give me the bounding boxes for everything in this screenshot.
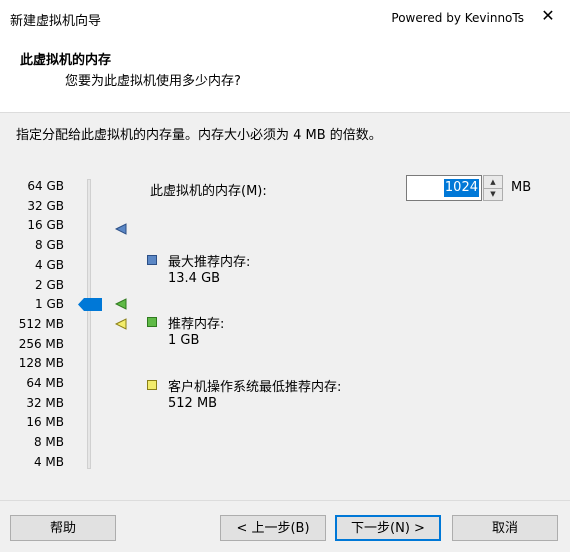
back-button[interactable]: < 上一步(B) xyxy=(220,515,326,541)
legend-title: 最大推荐内存: xyxy=(168,255,251,270)
scale-label: 256 MB xyxy=(18,336,64,351)
scale-label: 16 MB xyxy=(26,415,64,430)
scale-label: 64 GB xyxy=(27,179,64,193)
scale-label: 64 MB xyxy=(26,376,64,390)
help-button[interactable]: 帮助 xyxy=(10,515,116,541)
footer-divider xyxy=(0,500,570,501)
memory-input[interactable]: 1024 xyxy=(406,175,482,201)
scale-label: 1 GB xyxy=(35,297,64,312)
new-vm-wizard-window: 新建虚拟机向导 Powered by KevinnoTs ✕ 此虚拟机的内存 您… xyxy=(0,0,570,552)
page-title: 此虚拟机的内存 xyxy=(20,53,112,68)
legend-value: 13.4 GB xyxy=(168,271,221,286)
close-icon[interactable]: ✕ xyxy=(540,8,556,24)
max-recommended-swatch-icon xyxy=(147,255,157,265)
wizard-header: 此虚拟机的内存 您要为此虚拟机使用多少内存? xyxy=(0,37,570,113)
scale-label: 32 MB xyxy=(26,395,64,410)
scale-label: 4 MB xyxy=(33,454,64,469)
memory-field-label: 此虚拟机的内存(M): xyxy=(150,184,267,199)
memory-input-value[interactable]: 1024 xyxy=(443,179,479,197)
min-recommended-swatch-icon xyxy=(147,380,157,390)
legend-title: 客户机操作系统最低推荐内存: xyxy=(168,380,342,395)
scale-label: 16 GB xyxy=(27,218,64,233)
page-subtitle: 您要为此虚拟机使用多少内存? xyxy=(65,74,241,89)
window-title: 新建虚拟机向导 xyxy=(10,14,102,29)
legend-value: 1 GB xyxy=(168,333,200,348)
title-bar: 新建虚拟机向导 Powered by KevinnoTs ✕ xyxy=(0,0,570,37)
recommended-marker-icon xyxy=(115,298,127,310)
scale-label: 2 GB xyxy=(35,277,64,292)
legend-value: 512 MB xyxy=(168,396,218,411)
powered-by-text: Powered by KevinnoTs xyxy=(391,11,524,25)
min-recommended-marker-icon xyxy=(115,318,127,330)
scale-label: 4 GB xyxy=(35,257,64,272)
scale-label: 8 GB xyxy=(35,238,64,253)
scale-label: 8 MB xyxy=(33,435,64,450)
spin-down-icon[interactable]: ▼ xyxy=(484,188,502,200)
memory-slider-thumb[interactable] xyxy=(78,298,102,311)
max-recommended-marker-icon xyxy=(115,223,127,235)
legend-title: 推荐内存: xyxy=(168,317,225,332)
memory-spinner[interactable]: ▲ ▼ xyxy=(483,175,503,201)
cancel-button[interactable]: 取消 xyxy=(452,515,558,541)
instruction-text: 指定分配给此虚拟机的内存量。内存大小必须为 4 MB 的倍数。 xyxy=(16,128,382,143)
scale-label: 512 MB xyxy=(18,316,64,331)
scale-label: 32 GB xyxy=(27,198,64,213)
next-button[interactable]: 下一步(N) > xyxy=(335,515,441,541)
memory-slider-track[interactable] xyxy=(87,179,91,469)
recommended-swatch-icon xyxy=(147,317,157,327)
scale-label: 128 MB xyxy=(18,356,64,371)
memory-unit: MB xyxy=(511,180,532,195)
